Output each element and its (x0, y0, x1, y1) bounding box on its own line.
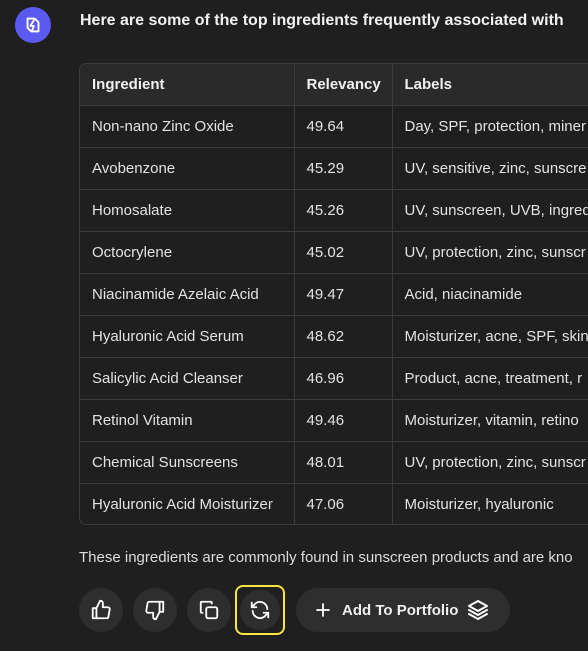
labels-cell: Moisturizer, vitamin, retino (392, 399, 588, 442)
table-row: Avobenzone 45.29 UV, sensitive, zinc, su… (80, 147, 588, 190)
ingredient-cell: Hyaluronic Acid Moisturizer (80, 483, 295, 524)
table-row: Hyaluronic Acid Moisturizer 47.06 Moistu… (80, 483, 588, 524)
ingredient-cell: Chemical Sunscreens (80, 441, 295, 484)
relevancy-cell: 47.06 (294, 483, 393, 524)
chat-page: Here are some of the top ingredients fre… (0, 0, 588, 651)
add-to-portfolio-label: Add To Portfolio (342, 601, 459, 619)
ingredient-cell: Non-nano Zinc Oxide (80, 105, 295, 148)
labels-cell: UV, protection, zinc, sunscr (392, 231, 588, 274)
labels-cell: UV, sensitive, zinc, sunscre (392, 147, 588, 190)
ingredient-cell: Octocrylene (80, 231, 295, 274)
relevancy-cell: 45.29 (294, 147, 393, 190)
message-intro: Here are some of the top ingredients fre… (80, 12, 564, 29)
thumbs-up-icon (91, 599, 111, 620)
ingredient-cell: Niacinamide Azelaic Acid (80, 273, 295, 316)
table-row: Homosalate 45.26 UV, sunscreen, UVB, ing… (80, 189, 588, 232)
ingredient-cell: Hyaluronic Acid Serum (80, 315, 295, 358)
table-row: Octocrylene 45.02 UV, protection, zinc, … (80, 231, 588, 274)
ingredients-table: Ingredient Relevancy Labels Non-nano Zin… (79, 63, 588, 525)
table-row: Salicylic Acid Cleanser 46.96 Product, a… (80, 357, 588, 400)
copy-button[interactable] (187, 588, 231, 632)
relevancy-cell: 48.62 (294, 315, 393, 358)
labels-cell: Product, acne, treatment, r (392, 357, 588, 400)
relevancy-cell: 46.96 (294, 357, 393, 400)
relevancy-cell: 45.26 (294, 189, 393, 232)
labels-cell: Acid, niacinamide (392, 273, 588, 316)
table-row: Hyaluronic Acid Serum 48.62 Moisturizer,… (80, 315, 588, 358)
labels-cell: Moisturizer, hyaluronic (392, 483, 588, 524)
table-row: Niacinamide Azelaic Acid 49.47 Acid, nia… (80, 273, 588, 316)
table-row: Retinol Vitamin 49.46 Moisturizer, vitam… (80, 399, 588, 442)
relevancy-cell: 45.02 (294, 231, 393, 274)
labels-cell: UV, sunscreen, UVB, ingred (392, 189, 588, 232)
ingredient-cell: Homosalate (80, 189, 295, 232)
column-header-relevancy: Relevancy (294, 64, 393, 106)
thumbs-up-button[interactable] (79, 588, 123, 632)
add-to-portfolio-button[interactable]: Add To Portfolio (296, 588, 510, 632)
labels-cell: UV, protection, zinc, sunscr (392, 441, 588, 484)
layers-icon (468, 600, 489, 620)
table-row: Chemical Sunscreens 48.01 UV, protection… (80, 441, 588, 484)
table-header-row: Ingredient Relevancy Labels (80, 64, 588, 106)
copy-icon (199, 600, 219, 620)
column-header-ingredient: Ingredient (80, 64, 295, 106)
relevancy-cell: 49.64 (294, 105, 393, 148)
table-row: Non-nano Zinc Oxide 49.64 Day, SPF, prot… (80, 105, 588, 148)
ingredient-cell: Salicylic Acid Cleanser (80, 357, 295, 400)
thumbs-down-icon (145, 600, 165, 621)
thumbs-down-button[interactable] (133, 588, 177, 632)
labels-cell: Day, SPF, protection, miner (392, 105, 588, 148)
message-summary: These ingredients are commonly found in … (79, 549, 573, 566)
relevancy-cell: 49.47 (294, 273, 393, 316)
relevancy-cell: 49.46 (294, 399, 393, 442)
lightning-bolt-icon (26, 17, 40, 33)
ingredient-cell: Avobenzone (80, 147, 295, 190)
plus-icon (316, 603, 330, 617)
assistant-avatar (15, 7, 51, 43)
ingredient-cell: Retinol Vitamin (80, 399, 295, 442)
labels-cell: Moisturizer, acne, SPF, skin (392, 315, 588, 358)
column-header-labels: Labels (392, 64, 588, 106)
regenerate-button[interactable] (235, 585, 285, 635)
relevancy-cell: 48.01 (294, 441, 393, 484)
regenerate-icon (250, 601, 270, 619)
